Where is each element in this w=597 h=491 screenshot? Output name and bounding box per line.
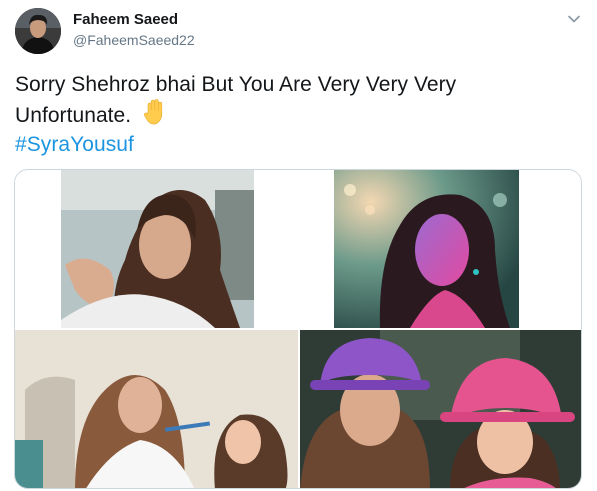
woman-painting-childs-face-photo xyxy=(15,330,298,488)
display-name[interactable]: Faheem Saeed xyxy=(73,11,195,29)
tweet-card: Faheem Saeed @FaheemSaeed22 Sorry Shehro… xyxy=(0,0,597,491)
tweet-text: Sorry Shehroz bhai But You Are Very Very… xyxy=(15,70,575,159)
profile-avatar-icon xyxy=(15,8,61,54)
photo-1[interactable] xyxy=(15,170,298,328)
tweet-text-line-2-text: Unfortunate. xyxy=(15,104,132,127)
tweet-menu-button[interactable] xyxy=(567,12,581,26)
user-handle[interactable]: @FaheemSaeed22 xyxy=(73,30,195,50)
raised-hand-emoji-icon xyxy=(144,99,163,125)
tweet-text-line-1: Sorry Shehroz bhai But You Are Very Very… xyxy=(15,73,457,96)
avatar[interactable] xyxy=(15,8,61,54)
woman-applying-makeup-photo xyxy=(15,170,298,328)
chevron-down-icon xyxy=(568,15,580,23)
hashtag-link[interactable]: #SyraYousuf xyxy=(15,130,134,159)
photo-2[interactable] xyxy=(300,170,581,328)
media-grid xyxy=(14,169,582,489)
tweet-text-line-2: Unfortunate. xyxy=(15,99,575,130)
photo-3[interactable] xyxy=(15,330,298,488)
woman-neon-portrait-photo xyxy=(300,170,581,328)
woman-and-child-in-hats-photo xyxy=(300,330,581,488)
author-block: Faheem Saeed @FaheemSaeed22 xyxy=(73,11,195,50)
photo-4[interactable] xyxy=(300,330,581,488)
